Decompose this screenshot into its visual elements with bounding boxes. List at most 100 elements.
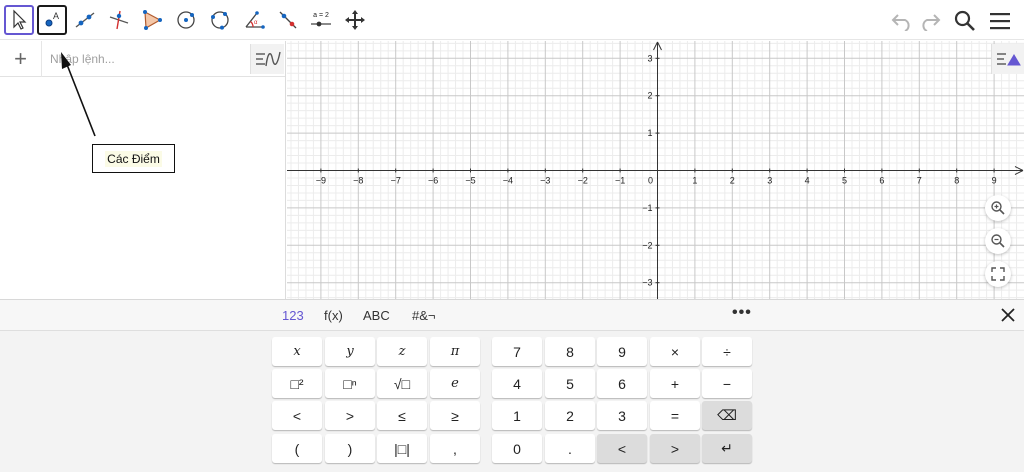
move-tool-button[interactable] — [4, 5, 34, 35]
circle-three-points-tool-button[interactable] — [205, 5, 235, 35]
cursor-arrow-icon — [13, 9, 27, 30]
tab-numbers[interactable]: 123 — [282, 308, 304, 323]
zoom-out-icon — [991, 234, 1005, 248]
key-7[interactable]: 7 — [492, 337, 542, 366]
command-input[interactable] — [44, 41, 248, 77]
key-8[interactable]: 8 — [545, 337, 595, 366]
close-keyboard-button[interactable] — [998, 304, 1018, 326]
fullscreen-button[interactable] — [985, 261, 1011, 287]
key-cursor-right[interactable]: > — [650, 434, 700, 463]
perpendicular-line-icon — [109, 10, 129, 30]
coordinate-grid[interactable]: −9 −8 −7 −6 −5 −4 −3 −2 −1 0 1 2 3 4 5 6 7 8 9 3 2 1 −1 −2 −3 — [287, 41, 1024, 299]
y-tick-label: −1 — [642, 203, 652, 213]
x-tick-label: 8 — [954, 176, 959, 186]
key-backspace[interactable]: ⌫ — [702, 401, 752, 430]
key-x[interactable]: x — [272, 337, 322, 366]
polygon-icon — [143, 10, 162, 30]
y-tick-label: −2 — [642, 240, 652, 250]
reflect-about-line-icon — [279, 11, 297, 29]
x-tick-label: −8 — [353, 176, 363, 186]
move-arrows-icon — [345, 10, 365, 30]
y-tick-label: 1 — [647, 128, 652, 138]
circle-center-tool-button[interactable] — [171, 5, 201, 35]
x-tick-label: 4 — [805, 176, 810, 186]
key-1[interactable]: 1 — [492, 401, 542, 430]
key-decimal[interactable]: . — [545, 434, 595, 463]
x-tick-label: −6 — [428, 176, 438, 186]
key-close-paren[interactable]: ) — [325, 434, 375, 463]
x-tick-label: 3 — [767, 176, 772, 186]
tab-symbols[interactable]: #&¬ — [412, 308, 436, 323]
search-icon — [954, 10, 975, 31]
key-squared[interactable]: □² — [272, 369, 322, 398]
key-4[interactable]: 4 — [492, 369, 542, 398]
point-tool-button[interactable]: A — [37, 5, 67, 35]
algebra-style-bar-icon — [255, 51, 281, 67]
undo-icon — [891, 14, 910, 31]
search-button[interactable] — [952, 8, 978, 34]
circle-three-points-icon — [211, 11, 229, 30]
zoom-in-button[interactable] — [985, 195, 1011, 221]
key-y[interactable]: y — [325, 337, 375, 366]
graphics-view[interactable]: −9 −8 −7 −6 −5 −4 −3 −2 −1 0 1 2 3 4 5 6 7 8 9 3 2 1 −1 −2 −3 — [287, 41, 1024, 299]
key-2[interactable]: 2 — [545, 401, 595, 430]
tool-tooltip: Các Điểm — [92, 144, 175, 173]
tab-functions[interactable]: f(x) — [324, 308, 343, 323]
key-plus[interactable]: + — [650, 369, 700, 398]
hamburger-menu-icon — [990, 13, 1010, 30]
key-comma[interactable]: , — [430, 434, 480, 463]
key-open-paren[interactable]: ( — [272, 434, 322, 463]
angle-tool-button[interactable]: α — [239, 5, 269, 35]
key-cursor-left[interactable]: < — [597, 434, 647, 463]
add-input-button[interactable]: + — [0, 41, 42, 77]
svg-text:A: A — [53, 11, 59, 21]
x-tick-label: 5 — [842, 176, 847, 186]
key-z[interactable]: z — [377, 337, 427, 366]
key-minus[interactable]: − — [702, 369, 752, 398]
svg-text:α: α — [254, 20, 258, 26]
key-6[interactable]: 6 — [597, 369, 647, 398]
x-tick-label: −7 — [391, 176, 401, 186]
zoom-out-button[interactable] — [985, 228, 1011, 254]
x-tick-label: 0 — [648, 176, 653, 186]
line-tool-button[interactable] — [70, 5, 100, 35]
algebra-style-bar-button[interactable] — [250, 44, 284, 74]
key-greater-than[interactable]: > — [325, 401, 375, 430]
key-e[interactable]: e — [430, 369, 480, 398]
x-tick-label: −5 — [465, 176, 475, 186]
reflect-tool-button[interactable] — [273, 5, 303, 35]
main-menu-button[interactable] — [987, 8, 1013, 34]
key-less-equal[interactable]: ≤ — [377, 401, 427, 430]
tab-letters[interactable]: ABC — [363, 308, 390, 323]
zoom-in-icon — [991, 201, 1005, 215]
svg-text:a = 2: a = 2 — [313, 12, 329, 19]
x-tick-label: −2 — [578, 176, 588, 186]
key-enter[interactable]: ↵ — [702, 434, 752, 463]
graphics-style-bar-button[interactable] — [991, 44, 1024, 74]
key-pi[interactable]: π — [430, 337, 480, 366]
key-greater-equal[interactable]: ≥ — [430, 401, 480, 430]
key-divide[interactable]: ÷ — [702, 337, 752, 366]
polygon-tool-button[interactable] — [137, 5, 167, 35]
slider-tool-button[interactable]: a = 2 — [306, 5, 336, 35]
angle-icon: α — [245, 11, 265, 29]
key-sqrt[interactable]: √□ — [377, 369, 427, 398]
key-3[interactable]: 3 — [597, 401, 647, 430]
perpendicular-line-tool-button[interactable] — [104, 5, 134, 35]
key-power[interactable]: □ⁿ — [325, 369, 375, 398]
key-multiply[interactable]: × — [650, 337, 700, 366]
key-0[interactable]: 0 — [492, 434, 542, 463]
key-abs[interactable]: |□| — [377, 434, 427, 463]
fullscreen-icon — [991, 267, 1005, 281]
x-tick-label: 6 — [879, 176, 884, 186]
key-9[interactable]: 9 — [597, 337, 647, 366]
move-graphics-tool-button[interactable] — [340, 5, 370, 35]
key-equals[interactable]: = — [650, 401, 700, 430]
key-5[interactable]: 5 — [545, 369, 595, 398]
point-icon: A — [45, 11, 59, 27]
redo-button[interactable] — [917, 8, 943, 34]
undo-button[interactable] — [889, 8, 915, 34]
key-less-than[interactable]: < — [272, 401, 322, 430]
geogebra-app: A α a = 2 + Nhập lệnh... −9 −8 −7 −6 −5 … — [0, 0, 1024, 472]
more-keys-button[interactable]: ••• — [732, 304, 752, 322]
